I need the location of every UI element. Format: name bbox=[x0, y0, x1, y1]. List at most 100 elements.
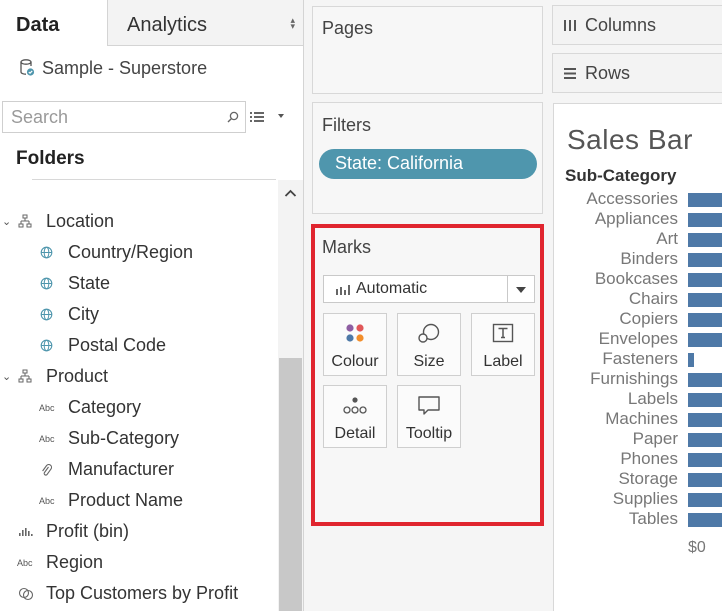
sales-bar[interactable] bbox=[688, 353, 694, 367]
field-city[interactable]: City bbox=[0, 300, 276, 330]
pages-shelf[interactable]: Pages bbox=[312, 6, 543, 94]
field-sub-category[interactable]: Abc Sub-Category bbox=[0, 424, 276, 454]
field-region[interactable]: Abc Region bbox=[0, 548, 276, 578]
scroll-up-icon[interactable] bbox=[284, 188, 297, 198]
field-country-region[interactable]: Country/Region bbox=[0, 238, 276, 268]
category-label[interactable]: Paper bbox=[633, 429, 678, 449]
sales-bar[interactable] bbox=[688, 413, 722, 427]
sales-bar[interactable] bbox=[688, 453, 722, 467]
sales-bar[interactable] bbox=[688, 193, 722, 207]
rows-shelf[interactable]: Rows bbox=[552, 53, 722, 93]
tooltip-button[interactable]: Tooltip bbox=[397, 385, 461, 448]
field-label: Category bbox=[68, 397, 142, 417]
search-input[interactable] bbox=[11, 106, 221, 128]
dropdown-arrow-icon[interactable] bbox=[515, 286, 527, 294]
tab-scroll-arrows-icon[interactable]: ▴ ▾ bbox=[290, 16, 295, 31]
sales-bar[interactable] bbox=[688, 433, 722, 447]
datasource-item[interactable]: Sample - Superstore bbox=[0, 46, 303, 90]
field-profit-bin[interactable]: Profit (bin) bbox=[0, 517, 276, 547]
category-label[interactable]: Envelopes bbox=[599, 329, 678, 349]
category-label[interactable]: Chairs bbox=[629, 289, 678, 309]
mark-type-label: Automatic bbox=[356, 280, 428, 297]
category-label[interactable]: Bookcases bbox=[595, 269, 678, 289]
size-button[interactable]: Size bbox=[397, 313, 461, 376]
folders-heading: Folders bbox=[16, 148, 85, 169]
sales-bar[interactable] bbox=[688, 493, 722, 507]
filters-shelf[interactable]: Filters State: California bbox=[312, 102, 543, 214]
field-label: City bbox=[68, 304, 99, 324]
scrollbar-thumb[interactable] bbox=[279, 358, 302, 611]
category-label[interactable]: Furnishings bbox=[590, 369, 678, 389]
category-label[interactable]: Binders bbox=[620, 249, 678, 269]
mark-button-label: Detail bbox=[334, 425, 376, 442]
data-pane: Data Analytics ▴▾ Sample - Superstore Fo… bbox=[0, 0, 304, 611]
category-label[interactable]: Phones bbox=[620, 449, 678, 469]
sales-bar[interactable] bbox=[688, 333, 722, 347]
sales-bar[interactable] bbox=[688, 393, 722, 407]
detail-button[interactable]: Detail bbox=[323, 385, 387, 448]
dropdown-arrow-icon[interactable] bbox=[276, 112, 286, 120]
field-state[interactable]: State bbox=[0, 269, 276, 299]
sales-bar[interactable] bbox=[688, 313, 722, 327]
sales-bar[interactable] bbox=[688, 513, 722, 527]
label-button[interactable]: Label bbox=[471, 313, 535, 376]
set-icon bbox=[18, 587, 34, 601]
sales-bar[interactable] bbox=[688, 293, 722, 307]
field-top-customers[interactable]: Top Customers by Profit bbox=[0, 579, 276, 609]
database-check-icon bbox=[20, 59, 35, 76]
field-label: Product Name bbox=[68, 490, 184, 510]
search-icon[interactable] bbox=[227, 111, 239, 123]
pages-title: Pages bbox=[322, 18, 374, 38]
field-product-name[interactable]: Abc Product Name bbox=[0, 486, 276, 516]
field-label: State bbox=[68, 273, 111, 293]
tab-analytics[interactable]: Analytics ▴ ▾ bbox=[108, 0, 303, 46]
category-label[interactable]: Appliances bbox=[595, 209, 678, 229]
columns-label: Columns bbox=[585, 15, 657, 35]
side-tab-row: Data Analytics ▴ ▾ bbox=[0, 0, 303, 46]
category-label[interactable]: Copiers bbox=[619, 309, 678, 329]
category-label[interactable]: Tables bbox=[629, 509, 678, 529]
hierarchy-icon bbox=[18, 369, 32, 383]
label-icon bbox=[492, 323, 514, 343]
category-label[interactable]: Accessories bbox=[586, 189, 678, 209]
field-label: Location bbox=[46, 211, 115, 231]
mark-type-dropdown[interactable]: Automatic bbox=[323, 275, 535, 303]
sales-bar[interactable] bbox=[688, 273, 722, 287]
shelves-column: Pages Filters State: California Marks Au… bbox=[304, 0, 552, 611]
globe-icon bbox=[40, 277, 53, 290]
chevron-down-icon[interactable]: ⌄ bbox=[2, 370, 11, 383]
colour-button[interactable]: Colour bbox=[323, 313, 387, 376]
tab-data[interactable]: Data bbox=[0, 0, 108, 46]
field-manufacturer[interactable]: Manufacturer bbox=[0, 455, 276, 485]
search-box[interactable] bbox=[2, 101, 246, 133]
view-canvas[interactable]: Sales Bar Sub-Category Accessories Applia… bbox=[553, 103, 722, 611]
field-location[interactable]: ⌄ Location bbox=[0, 207, 276, 237]
sales-bar[interactable] bbox=[688, 373, 722, 387]
category-label[interactable]: Machines bbox=[605, 409, 678, 429]
columns-icon bbox=[564, 20, 576, 31]
list-view-icon[interactable] bbox=[250, 111, 264, 123]
sales-bar[interactable] bbox=[688, 473, 722, 487]
field-label: Product bbox=[46, 366, 109, 386]
category-label[interactable]: Supplies bbox=[613, 489, 678, 509]
field-product[interactable]: ⌄ Product bbox=[0, 362, 276, 392]
category-label[interactable]: Fasteners bbox=[602, 349, 678, 369]
category-label[interactable]: Art bbox=[656, 229, 678, 249]
mark-button-label: Size bbox=[413, 353, 445, 370]
field-label: Profit (bin) bbox=[46, 521, 130, 541]
columns-shelf[interactable]: Columns bbox=[552, 5, 722, 45]
category-label[interactable]: Labels bbox=[628, 389, 678, 409]
sub-category-header[interactable]: Sub-Category bbox=[565, 166, 676, 186]
chevron-down-icon[interactable]: ⌄ bbox=[2, 215, 11, 228]
sales-bar[interactable] bbox=[688, 233, 722, 247]
tab-analytics-label: Analytics bbox=[127, 14, 208, 36]
sales-bar[interactable] bbox=[688, 253, 722, 267]
sales-bar[interactable] bbox=[688, 213, 722, 227]
size-icon bbox=[418, 323, 440, 343]
category-label[interactable]: Storage bbox=[618, 469, 678, 489]
field-category[interactable]: Abc Category bbox=[0, 393, 276, 423]
marks-title: Marks bbox=[322, 237, 371, 257]
sheet-title: Sales Bar bbox=[567, 124, 693, 155]
field-postal-code[interactable]: Postal Code bbox=[0, 331, 276, 361]
filter-pill-state[interactable]: State: California bbox=[319, 149, 537, 179]
